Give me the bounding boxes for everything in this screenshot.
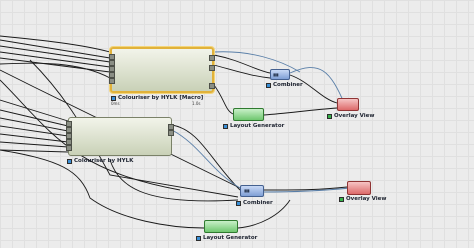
status-icon <box>67 158 72 164</box>
overlay-view-label-bottom: Overlay View <box>339 196 387 202</box>
wire <box>213 54 271 74</box>
layout-generator-label-bottom: Layout Generator <box>196 235 257 241</box>
macro-meta-right: 1.0s <box>192 101 201 106</box>
status-icon <box>111 95 116 101</box>
wire <box>0 35 111 53</box>
combiner-label-bottom: Combiner <box>236 200 273 206</box>
wire <box>171 124 241 191</box>
combiner-label-top: Combiner <box>266 82 303 88</box>
colouriser-node[interactable] <box>66 117 174 156</box>
output-port[interactable] <box>209 55 215 61</box>
node-graph-canvas[interactable]: Colouriser by HYLK [Macro] 0ms 1.0s Colo… <box>0 0 474 248</box>
combiner-node-bottom[interactable]: ▮▮▮ <box>240 185 264 197</box>
layout-generator-label-top: Layout Generator <box>223 123 284 129</box>
output-port[interactable] <box>168 130 174 136</box>
status-icon <box>196 235 201 241</box>
node-ticks: ▮▮▮ <box>244 188 250 193</box>
status-icon <box>236 200 241 206</box>
status-icon <box>266 82 271 88</box>
output-port[interactable] <box>209 83 215 89</box>
status-icon <box>223 123 228 129</box>
status-icon <box>339 196 344 202</box>
layout-generator-node-bottom[interactable] <box>204 220 238 233</box>
colouriser-macro-node[interactable] <box>109 47 215 93</box>
wire <box>0 141 69 148</box>
input-port[interactable] <box>66 145 72 151</box>
status-icon <box>327 113 332 119</box>
colouriser-macro-label: Colouriser by HYLK [Macro] <box>111 95 203 101</box>
combiner-node-top[interactable]: ▮▮▮ <box>270 69 290 80</box>
output-port[interactable] <box>209 65 215 71</box>
wire <box>0 39 111 59</box>
input-port[interactable] <box>109 78 115 84</box>
wire <box>289 74 338 104</box>
layout-generator-node-top[interactable] <box>233 108 264 121</box>
colouriser-label: Colouriser by HYLK <box>67 158 133 164</box>
wire <box>0 117 69 132</box>
wire <box>213 64 271 79</box>
overlay-view-node-bottom[interactable] <box>347 181 371 195</box>
wire <box>0 125 69 137</box>
wire <box>213 84 234 115</box>
overlay-view-node-top[interactable] <box>337 98 359 111</box>
overlay-view-label-top: Overlay View <box>327 113 375 119</box>
node-ticks: ▮▮▮ <box>273 72 279 77</box>
macro-meta-left: 0ms <box>111 101 120 106</box>
